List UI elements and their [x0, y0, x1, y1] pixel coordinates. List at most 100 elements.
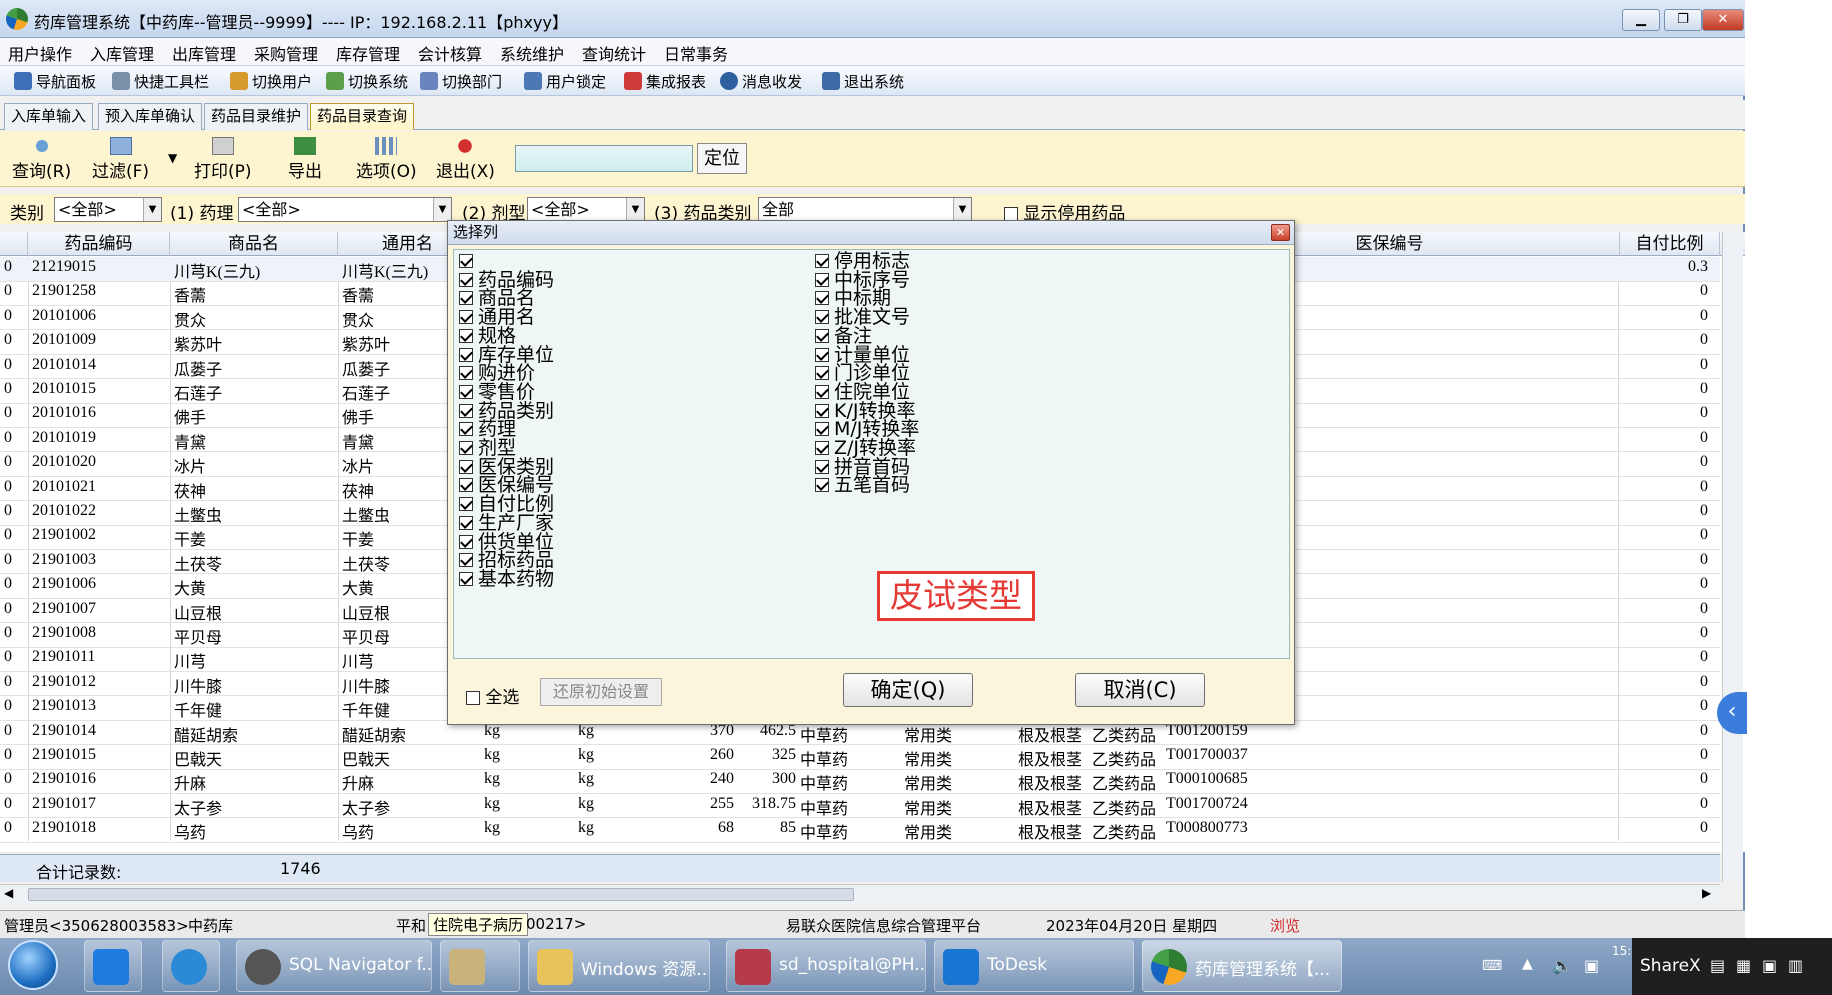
- print-button[interactable]: 打印(P): [194, 137, 252, 182]
- export-button[interactable]: 导出: [288, 137, 322, 182]
- maximize-button[interactable]: ❐: [1664, 9, 1702, 31]
- menu-daily[interactable]: 日常事务: [664, 41, 728, 65]
- trade-name-cell: 升麻: [174, 776, 207, 794]
- column-option[interactable]: 基本药物: [459, 569, 554, 589]
- switch-system-button[interactable]: 切换系统: [326, 70, 408, 92]
- table-row[interactable]: 0 21901015 巴戟天 巴戟天 kg kg 260 325 中草药 常用类 根及根茎 乙类药品 T…: [0, 745, 1720, 770]
- category-select[interactable]: <全部> ▼: [54, 197, 162, 222]
- checkbox-icon: [815, 347, 829, 362]
- taskbar-explorer[interactable]: Windows 资源...: [528, 940, 710, 992]
- quick-toolbar-button[interactable]: 快捷工具栏: [112, 70, 209, 92]
- code-cell: 21901018: [32, 819, 96, 837]
- column-option[interactable]: [459, 251, 478, 271]
- menu-user-ops[interactable]: 用户操作: [8, 41, 72, 65]
- clipboard-icon[interactable]: ▥: [1788, 956, 1803, 975]
- options-button[interactable]: 选项(O): [356, 137, 417, 182]
- checkbox-icon: [459, 459, 473, 474]
- table-row[interactable]: 0 21901016 升麻 升麻 kg kg 240 300 中草药 常用类 根及根茎 乙类药品 T00…: [0, 769, 1720, 794]
- menu-purchase[interactable]: 采购管理: [254, 41, 318, 65]
- monitor-icon[interactable]: ▦: [1736, 956, 1751, 975]
- exit-button[interactable]: 退出(X): [436, 137, 495, 182]
- folder-icon: [537, 949, 573, 985]
- start-button[interactable]: [8, 940, 58, 990]
- trade-name-cell: 大黄: [174, 581, 207, 599]
- tab-inbound-entry[interactable]: 入库单输入: [4, 103, 94, 130]
- menu-inbound[interactable]: 入库管理: [90, 41, 154, 65]
- category-label: 类别: [10, 204, 44, 224]
- generic-name-cell: 平贝母: [342, 630, 391, 647]
- menu-accounting[interactable]: 会计核算: [418, 41, 482, 65]
- messages-button[interactable]: 消息收发: [720, 70, 802, 92]
- minimize-button[interactable]: ▁: [1622, 9, 1660, 31]
- pharmacology-select[interactable]: <全部> ▼: [238, 197, 452, 222]
- generic-name-cell: 太子参: [342, 800, 391, 818]
- user-lock-button[interactable]: 用户锁定: [524, 70, 606, 92]
- taskbar-sql-navigator[interactable]: SQL Navigator f...: [236, 940, 432, 992]
- cancel-button[interactable]: 取消(C): [1075, 673, 1205, 707]
- checkbox-icon: [459, 497, 473, 512]
- header-trade-name[interactable]: 商品名: [170, 232, 338, 256]
- flag-cell: 0: [4, 526, 12, 544]
- switch-dept-button[interactable]: 切换部门: [420, 70, 502, 92]
- reports-button[interactable]: 集成报表: [624, 70, 706, 92]
- checkbox-icon: [459, 347, 473, 362]
- checkbox-icon: [459, 534, 473, 549]
- locate-input[interactable]: [515, 145, 693, 172]
- menu-outbound[interactable]: 出库管理: [172, 41, 236, 65]
- filter-dropdown[interactable]: ▼: [168, 151, 177, 165]
- keyboard-icon[interactable]: ⌨: [1482, 958, 1502, 974]
- column-option-label: 基本药物: [478, 567, 555, 590]
- taskbar-pin-1[interactable]: [84, 940, 142, 992]
- menu-bar: 用户操作 入库管理 出库管理 采购管理 库存管理 会计核算 系统维护 查询统计 …: [0, 38, 1745, 66]
- exit-system-button[interactable]: 退出系统: [822, 70, 904, 92]
- drug-category-select[interactable]: 全部 ▼: [758, 197, 972, 222]
- dosage-form-select[interactable]: <全部> ▼: [527, 197, 645, 222]
- vertical-scrollbar[interactable]: [1722, 232, 1743, 882]
- close-button[interactable]: ✕: [1702, 9, 1744, 31]
- column-option[interactable]: 五笔首码: [815, 475, 910, 495]
- column-chooser-dialog: 选择列 ✕ 药品编码 商品名 通用名 规格 库存单位 购进价 零售价 药品类别 药理 剂型 医保类别…: [447, 220, 1295, 725]
- header-self-pay-ratio[interactable]: 自付比例: [1620, 232, 1720, 256]
- pharmacology-cell: 根及根茎: [1018, 776, 1083, 794]
- header-code[interactable]: 药品编码: [28, 232, 170, 256]
- taskbar-sd-hospital[interactable]: sd_hospital@PH...: [726, 940, 926, 992]
- scroll-left-icon[interactable]: ◀: [4, 886, 13, 900]
- tray-app-icon[interactable]: ▣: [1762, 956, 1777, 975]
- nav-panel-button[interactable]: 导航面板: [14, 70, 96, 92]
- query-button[interactable]: 查询(R): [12, 137, 71, 182]
- tab-catalog-query[interactable]: 药品目录查询: [310, 103, 415, 130]
- filter-button[interactable]: 过滤(F): [92, 137, 149, 182]
- unit-cell: kg: [578, 770, 594, 788]
- table-row[interactable]: 0 21901017 太子参 太子参 kg kg 255 318.75 中草药 常用类 根及根茎 乙类…: [0, 794, 1720, 819]
- table-row[interactable]: 0 21901018 乌药 乌药 kg kg 68 85 中草药 常用类 根及根茎 乙类药品 T0008…: [0, 818, 1720, 843]
- code-cell: 20101020: [32, 453, 96, 471]
- restore-defaults-button[interactable]: 还原初始设置: [540, 678, 662, 706]
- status-date: 2023年04月20日 星期四: [1046, 917, 1218, 935]
- locate-button[interactable]: 定位: [697, 143, 747, 174]
- menu-system[interactable]: 系统维护: [500, 41, 564, 65]
- tray-expand-icon[interactable]: ▲: [1522, 956, 1533, 972]
- network-icon[interactable]: ▣: [1584, 956, 1599, 975]
- menu-query-stats[interactable]: 查询统计: [582, 41, 646, 65]
- highlight-label: 皮试类型: [877, 571, 1035, 621]
- code-cell: 20101006: [32, 306, 96, 324]
- tab-catalog-maint[interactable]: 药品目录维护: [204, 103, 309, 130]
- self-pay-ratio-cell: 0: [1700, 355, 1708, 373]
- scroll-right-icon[interactable]: ▶: [1702, 886, 1711, 900]
- select-all-checkbox[interactable]: 全选: [466, 683, 519, 708]
- taskbar-drug-system[interactable]: 药库管理系统【...: [1142, 940, 1342, 992]
- scroll-thumb[interactable]: [28, 888, 854, 901]
- taskbar-pin-3[interactable]: [440, 940, 520, 992]
- ok-button[interactable]: 确定(Q): [843, 673, 973, 707]
- self-pay-ratio-cell: 0: [1700, 599, 1708, 617]
- dialog-close-button[interactable]: ✕: [1271, 224, 1290, 241]
- volume-icon[interactable]: 🔈: [1552, 956, 1572, 975]
- taskbar-todesk[interactable]: ToDesk: [934, 940, 1134, 992]
- menu-inventory[interactable]: 库存管理: [336, 41, 400, 65]
- window-icon[interactable]: ▤: [1710, 956, 1725, 975]
- horizontal-scrollbar[interactable]: ◀ ▶: [0, 884, 1720, 904]
- switch-user-button[interactable]: 切换用户: [230, 70, 312, 92]
- tab-pre-inbound[interactable]: 预入库单确认: [98, 103, 203, 130]
- taskbar-pin-2[interactable]: [162, 940, 220, 992]
- unit-cell: kg: [484, 794, 500, 812]
